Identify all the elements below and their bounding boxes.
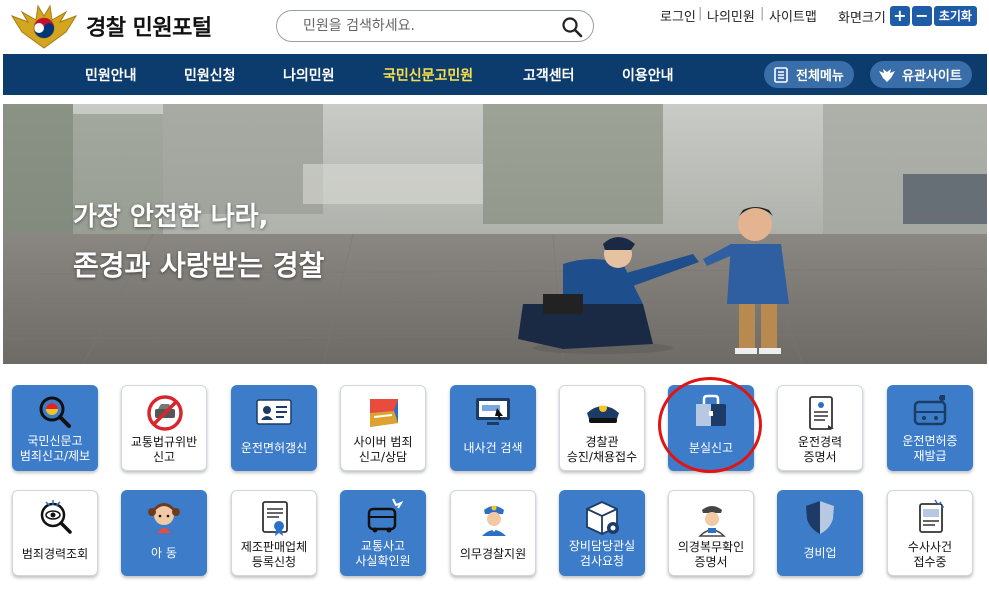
tile-label-line1: 국민신문고: [27, 434, 83, 448]
header: 경찰 민원포털 로그인 | 나의민원 | 사이트맵 화면크기 + − 초기화: [0, 0, 989, 52]
tile-investigation-case-intake[interactable]: 수사사건 접수중: [887, 490, 973, 576]
tile-driving-record-certificate[interactable]: 운전경력 증명서: [777, 385, 863, 471]
util-link-my-requests[interactable]: 나의민원: [707, 6, 755, 25]
tile-police-promotion-recruit[interactable]: 경찰관 승진/채용접수: [559, 385, 645, 471]
tile-label-line1: 사이버 범죄: [353, 435, 413, 449]
document-scroll-icon: [809, 396, 834, 430]
util-link-login[interactable]: 로그인: [660, 6, 696, 25]
tile-label-line1: 경찰관: [585, 435, 619, 449]
tile-label-line2: 접수중: [913, 555, 947, 569]
tile-label-line2: 신고: [152, 450, 176, 464]
tile-manufacturer-registration[interactable]: 제조판매업체 등록신청: [231, 490, 317, 576]
no-car-icon: [147, 395, 183, 431]
tile-cyber-crime[interactable]: 사이버 범죄 신고/상담: [340, 385, 426, 471]
font-size-increase-button[interactable]: +: [889, 6, 910, 26]
tile-label-line1: 범죄경력조회: [21, 547, 89, 561]
shield-search-icon: [39, 396, 71, 428]
tile-label-line1: 교통법규위반: [130, 435, 198, 449]
nav-item-customer-center[interactable]: 고객센터: [523, 65, 575, 85]
equipment-box-icon: [586, 501, 619, 535]
license-card-icon: [256, 399, 292, 425]
officer-badge-icon: [698, 506, 726, 537]
nav-item-epeople[interactable]: 국민신문고민원: [383, 65, 473, 85]
font-size-reset-button[interactable]: 초기화: [933, 6, 977, 26]
tile-label-line1: 운전면허갱신: [240, 441, 308, 455]
search-icon[interactable]: [561, 16, 583, 38]
banner-headline-2: 존경과 사랑받는 경찰: [73, 249, 325, 282]
related-sites-button[interactable]: 유관사이트: [870, 61, 972, 88]
tile-license-reissue[interactable]: 운전면허증 재발급: [887, 385, 973, 471]
tile-label-line1: 경비업: [803, 546, 837, 560]
search-input[interactable]: [303, 16, 553, 36]
font-size-controls: 화면크기 + − 초기화: [838, 5, 977, 27]
tile-my-case-search[interactable]: 내사건 검색: [450, 385, 536, 471]
banner-headline-1: 가장 안전한 나라,: [73, 202, 269, 232]
font-size-label: 화면크기: [838, 10, 886, 26]
tile-label-line1: 의무경찰지원: [459, 547, 527, 561]
tile-label-line1: 교통사고: [360, 539, 406, 553]
police-emblem-icon: [879, 68, 895, 82]
police-emblem-logo[interactable]: [8, 2, 80, 50]
nav-item-usage-guide[interactable]: 이용안내: [622, 65, 674, 85]
highlight-circle-annotation: [658, 377, 762, 473]
nav-item-civil-apply[interactable]: 민원신청: [184, 65, 236, 85]
all-menu-label: 전체메뉴: [796, 69, 844, 84]
tile-traffic-accident-certificate[interactable]: 교통사고 사실확인원: [340, 490, 426, 576]
tile-label-line1: 수사사건: [907, 540, 953, 554]
tile-label-line1: 제조판매업체: [240, 540, 308, 554]
font-size-decrease-button[interactable]: −: [911, 6, 932, 26]
all-menu-button[interactable]: 전체메뉴: [764, 61, 854, 88]
related-sites-label: 유관사이트: [902, 69, 962, 84]
case-document-icon: [919, 499, 944, 533]
search-box[interactable]: [276, 10, 594, 42]
banner-photo: [3, 104, 987, 364]
child-icon: [148, 503, 180, 533]
main-nav: 민원안내 민원신청 나의민원 국민신문고민원 고객센터 이용안내 전체메뉴 유관…: [3, 54, 987, 95]
tile-label-line2: 승진/채용접수: [566, 450, 638, 464]
tile-equipment-inspection[interactable]: 장비담당관실 검사요청: [559, 490, 645, 576]
tile-label-line1: 장비담당관실: [568, 539, 636, 553]
tile-label-line2: 증명서: [694, 555, 728, 569]
tile-label-line1: 내사건 검색: [463, 441, 523, 455]
tile-label-line1: 운전경력: [797, 435, 843, 449]
tile-conscript-service-certificate[interactable]: 의경복무확인 증명서: [668, 490, 754, 576]
tile-child[interactable]: 아 동: [121, 490, 207, 576]
license-reissue-icon: [913, 395, 947, 426]
tile-license-renewal[interactable]: 운전면허갱신: [231, 385, 317, 471]
util-link-sitemap[interactable]: 사이트맵: [769, 6, 817, 25]
nav-item-my-civil[interactable]: 나의민원: [283, 65, 335, 85]
tile-conscript-police-support[interactable]: 의무경찰지원: [450, 490, 536, 576]
util-divider: |: [698, 6, 703, 21]
all-menu-icon: [774, 66, 788, 83]
security-shield-icon: [806, 501, 834, 534]
nav-item-civil-guide[interactable]: 민원안내: [85, 65, 137, 85]
tile-label-line2: 증명서: [803, 450, 837, 464]
eye-search-icon: [40, 500, 72, 534]
tile-label-line2: 신고/상담: [358, 450, 408, 464]
tile-label-line2: 사실확인원: [355, 554, 411, 568]
certificate-icon: [262, 501, 288, 536]
tile-label-line1: 운전면허증: [902, 434, 958, 448]
tile-security-business[interactable]: 경비업: [777, 490, 863, 576]
tile-criminal-record-check[interactable]: 범죄경력조회: [12, 490, 98, 576]
util-divider: |: [760, 6, 765, 21]
cyber-flag-icon: [370, 399, 398, 427]
tile-label-line1: 의경복무확인: [677, 540, 745, 554]
police-officer-icon: [482, 505, 506, 536]
tile-epeople-crime-report[interactable]: 국민신문고 범죄신고/제보: [12, 385, 98, 471]
tile-label-line2: 재발급: [913, 449, 947, 463]
tile-traffic-violation-report[interactable]: 교통법규위반 신고: [121, 385, 207, 471]
police-cap-icon: [587, 404, 619, 423]
tile-label-line2: 검사요청: [579, 554, 625, 568]
tile-label-line2: 범죄신고/제보: [19, 449, 91, 463]
bus-accident-icon: [367, 498, 403, 533]
tile-label-line1: 아 동: [151, 546, 177, 560]
site-title[interactable]: 경찰 민원포털: [86, 10, 212, 42]
tile-label-line2: 등록신청: [251, 555, 297, 569]
hero-banner: 가장 안전한 나라, 존경과 사랑받는 경찰: [3, 104, 987, 364]
monitor-search-icon: [476, 398, 510, 425]
